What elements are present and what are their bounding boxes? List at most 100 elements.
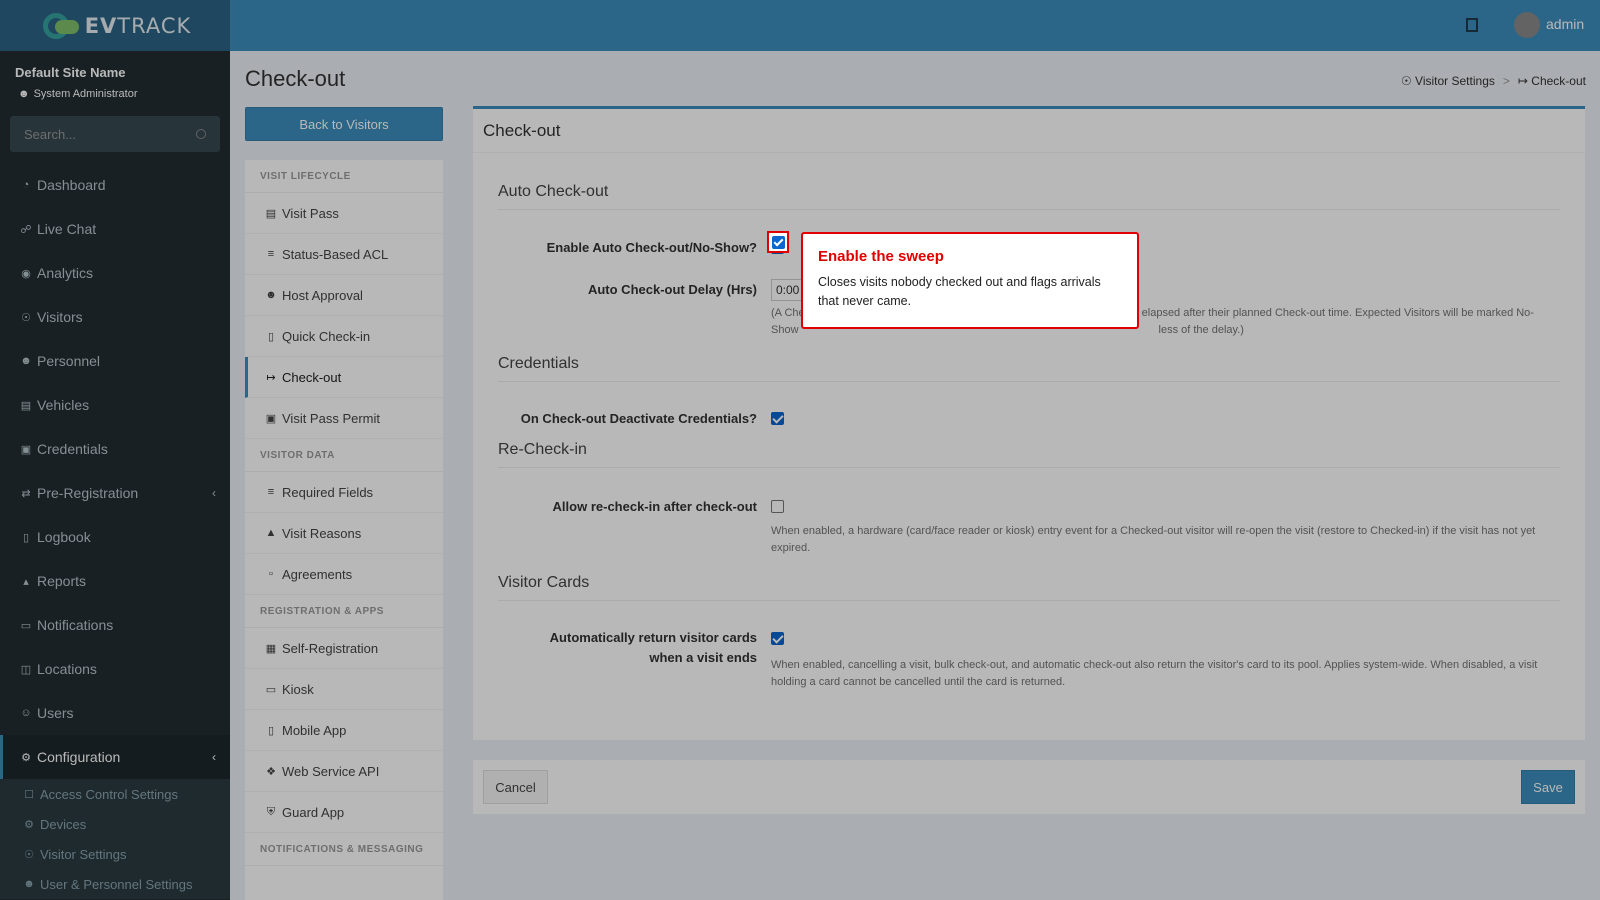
tooltip-title: Enable the sweep	[818, 248, 944, 265]
breadcrumb: ☉ Visitor Settings > ↦ Check-out	[1401, 74, 1586, 88]
section-visitor-cards: Visitor Cards	[498, 574, 1560, 601]
sidebar-item-locations[interactable]: ◫ Locations	[0, 647, 230, 691]
section-credentials: Credentials	[498, 355, 1560, 382]
sidebar-subitem-visitor-settings[interactable]: ☉ Visitor Settings	[0, 839, 230, 869]
sidebar-subitem-devices[interactable]: ⚙ Devices	[0, 809, 230, 839]
auto-checkout-delay-label: Auto Check-out Delay (Hrs)	[587, 282, 757, 297]
book-icon: ▯	[22, 531, 30, 544]
qrcode-icon: ▦	[265, 642, 277, 655]
allow-recheckin-checkbox[interactable]	[771, 500, 784, 513]
sidebar-item-credentials[interactable]: ▣ Credentials	[0, 427, 230, 471]
logo-mark-icon	[39, 12, 81, 40]
car-icon: ▤	[20, 399, 32, 412]
logo: EVTRACK	[39, 12, 192, 40]
highlighted-checkbox[interactable]	[767, 231, 789, 253]
breadcrumb-visitor-settings[interactable]: ☉ Visitor Settings	[1401, 74, 1495, 88]
sidebar-item-pre-registration[interactable]: ⇄ Pre-Registration ‹	[0, 471, 230, 515]
user-icon: ☻	[18, 88, 30, 100]
search-icon[interactable]	[196, 129, 206, 139]
chevron-left-icon: ‹	[212, 486, 216, 500]
sidebar-search	[10, 116, 220, 152]
breadcrumb-check-out: ↦ Check-out	[1517, 74, 1586, 88]
settings-nav-visit-pass-permit[interactable]: ▣ Visit Pass Permit	[245, 398, 443, 439]
sign-out-icon: ↦	[1517, 74, 1528, 88]
sidebar-subitem-access-control[interactable]: ☐ Access Control Settings	[0, 779, 230, 809]
reports-icon: ▴	[23, 575, 29, 588]
settings-nav-kiosk[interactable]: ▭ Kiosk	[245, 669, 443, 710]
search-input[interactable]	[10, 116, 220, 152]
save-button[interactable]: Save	[1521, 770, 1575, 804]
id-card-icon: ▣	[20, 443, 32, 456]
return-cards-help: When enabled, cancelling a visit, bulk c…	[771, 659, 1538, 688]
file-icon: ▫	[269, 568, 273, 580]
list-check-icon: ≡	[267, 248, 275, 260]
sidebar-item-live-chat[interactable]: ☍ Live Chat	[0, 207, 230, 251]
gear-icon: ⚙	[21, 751, 31, 764]
checkmark-icon	[772, 236, 785, 249]
settings-nav-agreements[interactable]: ▫ Agreements	[245, 554, 443, 595]
settings-nav-web-service-api[interactable]: ❖ Web Service API	[245, 751, 443, 792]
back-to-visitors-button[interactable]: Back to Visitors	[245, 107, 443, 141]
sidebar-item-visitors[interactable]: ☉ Visitors	[0, 295, 230, 339]
avatar[interactable]	[1514, 12, 1540, 38]
shield-icon: ⛨	[266, 805, 276, 818]
sidebar-item-configuration[interactable]: ⚙ Configuration ‹	[0, 735, 230, 779]
logo-area[interactable]: EVTRACK	[0, 0, 230, 51]
cog-icon: ⚙	[24, 818, 34, 831]
sidebar-subitem-user-personnel-settings[interactable]: ☻ User & Personnel Settings	[0, 869, 230, 899]
nav-heading-visit-lifecycle: VISIT LIFECYCLE	[245, 160, 443, 193]
sidebar-item-vehicles[interactable]: ▤ Vehicles	[0, 383, 230, 427]
dashboard-icon: ◔	[22, 179, 30, 191]
settings-nav-check-out[interactable]: ↦ Check-out	[245, 357, 443, 398]
headset-icon: ☍	[20, 223, 32, 236]
tooltip-body: Closes visits nobody checked out and fla…	[818, 275, 1101, 308]
tour-tooltip: Enable the sweep Closes visits nobody ch…	[801, 232, 1139, 329]
enable-auto-checkout-label: Enable Auto Check-out/No-Show?	[546, 240, 757, 255]
sidebar-item-notifications[interactable]: ▭ Notifications	[0, 603, 230, 647]
sign-out-icon: ↦	[266, 371, 276, 384]
eye-icon: ☉	[21, 311, 31, 324]
desktop-icon: ▭	[265, 683, 277, 696]
nav-heading-notifications-messaging: NOTIFICATIONS & MESSAGING	[245, 833, 443, 866]
sidebar-item-analytics[interactable]: ◉ Analytics	[0, 251, 230, 295]
sidebar-item-logbook[interactable]: ▯ Logbook	[0, 515, 230, 559]
settings-nav: VISIT LIFECYCLE ▤ Visit Pass ≡ Status-Base…	[245, 160, 443, 900]
mobile-icon: ▯	[267, 724, 275, 737]
user-name[interactable]: admin	[1546, 16, 1584, 32]
sidebar-item-reports[interactable]: ▴ Reports	[0, 559, 230, 603]
settings-nav-status-acl[interactable]: ≡ Status-Based ACL	[245, 234, 443, 275]
allow-recheckin-help: When enabled, a hardware (card/face read…	[771, 525, 1536, 554]
page-title: Check-out	[245, 66, 346, 91]
site-name: Default Site Name	[15, 65, 126, 80]
settings-nav-required-fields[interactable]: ≡ Required Fields	[245, 472, 443, 513]
building-icon[interactable]	[1466, 18, 1478, 32]
api-icon: ❖	[266, 765, 276, 778]
settings-nav-guard-app[interactable]: ⛨ Guard App	[245, 792, 443, 833]
settings-nav-quick-checkin[interactable]: ▯ Quick Check-in	[245, 316, 443, 357]
settings-nav-self-registration[interactable]: ▦ Self-Registration	[245, 628, 443, 669]
sidebar-item-dashboard[interactable]: ◔ Dashboard	[0, 163, 230, 207]
section-auto-checkout: Auto Check-out	[498, 183, 1560, 210]
breadcrumb-separator: >	[1502, 74, 1510, 88]
users-icon: ☺	[20, 707, 32, 719]
permit-icon: ▣	[265, 412, 277, 425]
list-check-icon: ≡	[267, 486, 275, 498]
logo-text: EVTRACK	[84, 13, 192, 38]
settings-nav-mobile-app[interactable]: ▯ Mobile App	[245, 710, 443, 751]
nav-heading-registration-apps: REGISTRATION & APPS	[245, 595, 443, 628]
settings-nav-visit-pass[interactable]: ▤ Visit Pass	[245, 193, 443, 234]
return-cards-checkbox[interactable]	[771, 632, 784, 645]
sitemap-icon: ▲	[265, 527, 277, 539]
settings-nav-visit-reasons[interactable]: ▲ Visit Reasons	[245, 513, 443, 554]
settings-nav-host-approval[interactable]: ☻ Host Approval	[245, 275, 443, 316]
deactivate-credentials-checkbox[interactable]	[771, 412, 784, 425]
nav-heading-visitor-data: VISITOR DATA	[245, 439, 443, 472]
eye-icon: ☉	[1400, 74, 1412, 88]
user-role: ☻ System Administrator	[18, 88, 138, 100]
cancel-button[interactable]: Cancel	[483, 770, 548, 804]
deactivate-credentials-label: On Check-out Deactivate Credentials?	[520, 411, 757, 426]
return-cards-label: Automatically return visitor cards when …	[549, 630, 757, 665]
sidebar-item-users[interactable]: ☺ Users	[0, 691, 230, 735]
lock-icon: ☐	[24, 788, 34, 801]
sidebar-item-personnel[interactable]: ☻ Personnel	[0, 339, 230, 383]
